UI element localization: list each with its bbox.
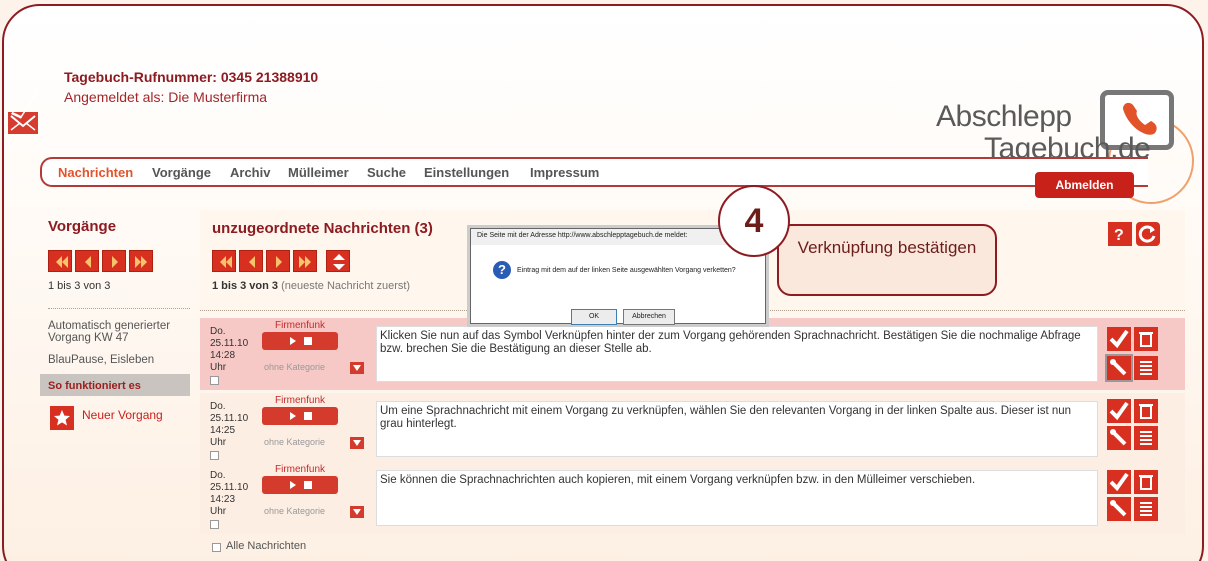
link-icon[interactable] [1107, 426, 1131, 450]
message-date: Do. 25.11.10 14:28 Uhr [210, 326, 250, 385]
help-icon[interactable]: ? [1108, 222, 1132, 246]
new-vorgang-icon[interactable] [50, 406, 74, 430]
message-checkbox[interactable] [210, 451, 219, 460]
select-all-label: Alle Nachrichten [226, 540, 307, 552]
new-vorgang-link[interactable]: Neuer Vorgang [82, 408, 163, 422]
message-row: Do. 25.11.10 14:25 Uhr Firmenfunk ohne K… [200, 393, 1185, 465]
cancel-button[interactable]: Abbrechen [623, 309, 675, 325]
vorgang-item[interactable]: Automatisch generierter Vorgang KW 47 [40, 314, 190, 350]
message-category: ohne Kategorie [264, 362, 326, 372]
step-badge: 4 [718, 185, 790, 257]
question-icon: ? [493, 261, 511, 279]
select-all[interactable]: Alle Nachrichten [212, 540, 306, 552]
vorgang-item-selected[interactable]: So funktioniert es [40, 374, 190, 396]
mail-icon[interactable] [8, 112, 38, 134]
message-date-text: Do. 25.11.10 14:23 Uhr [210, 470, 249, 517]
copy-list-icon[interactable] [1134, 497, 1158, 521]
copy-list-icon[interactable] [1134, 426, 1158, 450]
nav-vorgaenge[interactable]: Vorgänge [152, 165, 211, 180]
message-checkbox[interactable] [210, 376, 219, 385]
audio-player[interactable] [262, 476, 338, 494]
audio-player[interactable] [262, 407, 338, 425]
play-icon[interactable] [290, 337, 296, 345]
svg-text:?: ? [1114, 227, 1124, 244]
copy-list-icon[interactable] [1134, 356, 1158, 380]
message-category: ohne Kategorie [264, 506, 326, 516]
audio-player[interactable] [262, 332, 338, 350]
step-callout: Verknüpfung bestätigen [777, 224, 997, 296]
trash-icon[interactable] [1134, 399, 1158, 423]
message-date: Do. 25.11.10 14:23 Uhr [210, 470, 250, 529]
message-text: Um eine Sprachnachricht mit einem Vorgan… [376, 401, 1098, 457]
divider [48, 308, 190, 309]
category-dropdown-icon[interactable] [350, 362, 364, 374]
nav-muelleimer[interactable]: Mülleimer [288, 165, 349, 180]
main-nav: Nachrichten Vorgänge Archiv Mülleimer Su… [40, 157, 1148, 187]
nav-impressum[interactable]: Impressum [530, 165, 599, 180]
vorgaenge-pager [48, 250, 153, 272]
confirm-dialog: Die Seite mit der Adresse http://www.abs… [470, 228, 766, 325]
message-source: Firmenfunk [274, 464, 325, 475]
phone-number-line: Tagebuch-Rufnummer: 0345 21388910 [64, 69, 319, 85]
messages-title: unzugeordnete Nachrichten (3) [212, 220, 433, 237]
assign-check-icon[interactable] [1107, 470, 1131, 494]
message-text: Sie können die Sprachnachrichten auch ko… [376, 470, 1098, 526]
logged-in-line: Angemeldet als: Die Musterfirma [64, 89, 268, 105]
messages-count-value: 1 bis 3 von 3 [212, 280, 279, 292]
select-all-checkbox[interactable] [212, 542, 221, 552]
message-text: Klicken Sie nun auf das Symbol Verknüpfe… [376, 326, 1098, 382]
assign-check-icon[interactable] [1107, 327, 1131, 351]
category-dropdown-icon[interactable] [350, 506, 364, 518]
prev-page-icon[interactable] [75, 250, 99, 272]
nav-archiv[interactable]: Archiv [230, 165, 270, 180]
dialog-body: ? Eintrag mit dem auf der linken Seite a… [471, 245, 765, 325]
trash-icon[interactable] [1134, 327, 1158, 351]
messages-count: 1 bis 3 von 3 (neueste Nachricht zuerst) [212, 280, 410, 292]
next-page-icon[interactable] [266, 250, 290, 272]
first-page-icon[interactable] [212, 250, 236, 272]
nav-einstellungen[interactable]: Einstellungen [424, 165, 509, 180]
prev-page-icon[interactable] [239, 250, 263, 272]
message-row: Do. 25.11.10 14:23 Uhr Firmenfunk ohne K… [200, 462, 1185, 534]
message-source: Firmenfunk [274, 320, 325, 331]
assign-check-icon[interactable] [1107, 399, 1131, 423]
vorgaenge-panel: Vorgänge 1 bis 3 von 3 Automatisch gener… [40, 210, 190, 550]
message-date-text: Do. 25.11.10 14:25 Uhr [210, 401, 249, 448]
stop-icon[interactable] [304, 337, 312, 345]
stop-icon[interactable] [304, 481, 312, 489]
message-source: Firmenfunk [274, 395, 325, 406]
vorgaenge-count: 1 bis 3 von 3 [48, 280, 111, 292]
message-row: Do. 25.11.10 14:28 Uhr Firmenfunk ohne K… [200, 318, 1185, 390]
message-checkbox[interactable] [210, 520, 219, 529]
dialog-message: Eintrag mit dem auf der linken Seite aus… [517, 267, 736, 274]
stop-icon[interactable] [304, 412, 312, 420]
vorgaenge-title: Vorgänge [48, 218, 117, 235]
logout-button[interactable]: Abmelden [1035, 172, 1134, 198]
nav-nachrichten[interactable]: Nachrichten [58, 165, 133, 180]
logo-line1: Abschlepp [936, 100, 1072, 133]
link-icon[interactable] [1105, 354, 1133, 382]
refresh-icon[interactable] [1136, 222, 1160, 246]
play-icon[interactable] [290, 481, 296, 489]
link-icon[interactable] [1107, 497, 1131, 521]
message-date-text: Do. 25.11.10 14:28 Uhr [210, 326, 249, 373]
first-page-icon[interactable] [48, 250, 72, 272]
nav-suche[interactable]: Suche [367, 165, 406, 180]
next-page-icon[interactable] [102, 250, 126, 272]
callout-text: Verknüpfung bestätigen [797, 238, 977, 257]
messages-count-note: (neueste Nachricht zuerst) [281, 280, 411, 292]
sort-icon[interactable] [326, 250, 350, 272]
message-date: Do. 25.11.10 14:25 Uhr [210, 401, 250, 460]
vorgang-item[interactable]: BlauPause, Eisleben [40, 348, 190, 372]
trash-icon[interactable] [1134, 470, 1158, 494]
category-dropdown-icon[interactable] [350, 437, 364, 449]
message-category: ohne Kategorie [264, 437, 326, 447]
last-page-icon[interactable] [293, 250, 317, 272]
last-page-icon[interactable] [129, 250, 153, 272]
dialog-title: Die Seite mit der Adresse http://www.abs… [477, 232, 688, 239]
play-icon[interactable] [290, 412, 296, 420]
messages-pager [212, 250, 350, 272]
ok-button[interactable]: OK [571, 309, 617, 325]
